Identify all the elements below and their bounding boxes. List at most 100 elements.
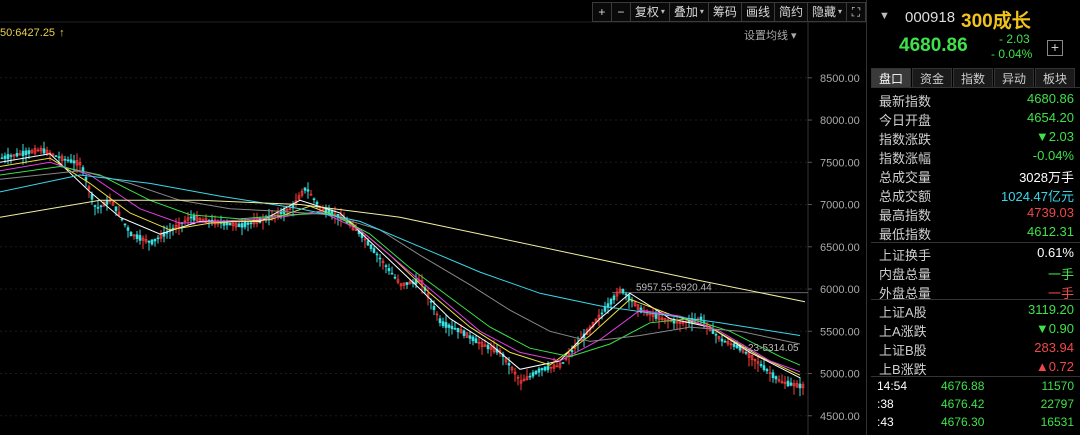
candle-body: [441, 321, 445, 327]
candle-body: [135, 234, 139, 239]
candle-body: [540, 367, 544, 371]
candle-body: [312, 198, 316, 201]
ma-line-1: [0, 157, 801, 376]
candle-body: [0, 157, 4, 160]
tick-vol: 22797: [1040, 397, 1074, 411]
quote-row: 最低指数 4612.31: [867, 222, 1080, 242]
candle-body: [66, 159, 70, 162]
fullscreen-icon-label: ⛶: [851, 5, 861, 19]
candle-body: [279, 211, 283, 215]
tick-vol: 11570: [1041, 379, 1074, 393]
ma-readout: 50:6427.25 ↑: [0, 27, 65, 39]
candle-body: [150, 239, 154, 245]
tab-1[interactable]: 资金: [912, 68, 952, 88]
quote-section-main: 最新指数 4680.86 今日开盘 4654.20 指数涨跌 ▼2.03 指数涨幅 -0.04…: [867, 89, 1080, 242]
price-change-pct: - 0.04%: [991, 47, 1033, 61]
ma-line-5: [0, 174, 801, 336]
candle-body: [96, 207, 100, 209]
tick-list[interactable]: 14:54 4676.88 11570:38 4676.42 22797:43 4676.…: [867, 377, 1080, 431]
ma-readout-text: 50:6427.25: [0, 27, 56, 39]
candle-body: [384, 265, 388, 267]
ma-line-3: [0, 165, 801, 366]
candle-body: [129, 231, 133, 237]
tick-row: :38 4676.42 22797: [867, 395, 1080, 413]
chart-toolbar: + − 复权 ▾ 叠加 ▾ 筹码 画线 简约 隐藏 ▾ ⛶: [591, 2, 866, 22]
candle-body: [603, 306, 607, 312]
candle-body: [771, 372, 775, 379]
candle-body: [600, 312, 604, 315]
candle-body: [237, 223, 241, 228]
symbol-dropdown-icon[interactable]: ▼: [879, 10, 890, 22]
quote-value: 283.94: [1034, 340, 1074, 355]
candle-body: [105, 200, 109, 205]
candle-body: [303, 187, 307, 191]
candle-body: [744, 351, 748, 354]
overlay-dropdown[interactable]: 叠加 ▾: [668, 2, 709, 22]
candle-body: [240, 223, 244, 228]
symbol-code: 000918: [905, 9, 956, 26]
candle-body: [486, 344, 490, 350]
candle-body: [42, 148, 46, 154]
kline-chart[interactable]: 4500.00 5000.00 5500.00 6000.00 6500.00 7000.…: [0, 0, 866, 435]
zoom-out-button[interactable]: −: [610, 2, 631, 22]
y-tick-label: 8500.00: [820, 73, 860, 85]
price-row: 4680.86 - 2.03 - 0.04% +: [867, 32, 1080, 66]
candle-body: [390, 272, 394, 275]
overlay-dropdown-label: 叠加: [673, 5, 698, 19]
candle-body: [732, 343, 736, 347]
hide-dropdown[interactable]: 隐藏 ▾: [806, 2, 847, 22]
candle-body: [528, 375, 532, 378]
candle-body: [24, 150, 28, 156]
candle-body: [99, 205, 103, 208]
chevron-down-icon: ▾: [699, 7, 704, 16]
simple-mode-button[interactable]: 简约: [773, 2, 808, 22]
draw-line-button[interactable]: 画线: [740, 2, 775, 22]
last-price: 4680.86: [899, 35, 968, 56]
ma-setting-dropdown[interactable]: 设置均线 ▾: [744, 27, 797, 43]
candle-body: [609, 298, 613, 305]
tick-time: 14:54: [877, 379, 908, 393]
high-annotation: 5957.55-5920.44: [636, 283, 712, 294]
candle-body: [507, 362, 511, 366]
chips-button[interactable]: 筹码: [707, 2, 742, 22]
mid-annotation: 23-5314.05: [748, 343, 799, 354]
zoom-in-button-label: +: [598, 5, 606, 19]
tab-4[interactable]: 板块: [1035, 68, 1075, 88]
quote-value: -0.04%: [1032, 148, 1074, 163]
simple-mode-button-label: 简约: [778, 5, 803, 19]
adjust-dropdown[interactable]: 复权 ▾: [629, 2, 670, 22]
candle-body: [3, 155, 7, 159]
candle-body: [432, 306, 436, 311]
tab-3[interactable]: 异动: [994, 68, 1034, 88]
candle-body: [6, 154, 10, 160]
quote-value: ▲0.72: [1035, 359, 1074, 374]
quote-row: 指数涨跌 ▼2.03: [867, 127, 1080, 147]
fullscreen-icon[interactable]: ⛶: [846, 2, 866, 22]
quote-row: 外盘总量 一手: [867, 281, 1080, 301]
candle-body: [453, 327, 457, 330]
candle-body: [429, 300, 433, 303]
zoom-in-button[interactable]: +: [591, 2, 612, 22]
add-watchlist-button[interactable]: +: [1047, 40, 1063, 56]
candle-body: [225, 222, 229, 226]
tick-row: 14:54 4676.88 11570: [867, 377, 1080, 395]
candle-body: [372, 248, 376, 253]
candle-body: [654, 314, 658, 319]
tick-time: :38: [877, 397, 894, 411]
candle-body: [153, 238, 157, 242]
candle-body: [570, 350, 574, 353]
quote-value: 4739.03: [1027, 205, 1074, 220]
ma-line-2: [0, 161, 801, 373]
candle-body: [774, 376, 778, 380]
candle-body: [534, 370, 538, 375]
candle-body: [138, 235, 142, 241]
chevron-down-icon: ▾: [837, 7, 842, 16]
candle-body: [561, 362, 565, 364]
quote-value: 3119.20: [1027, 302, 1074, 317]
tab-2[interactable]: 指数: [953, 68, 993, 88]
candle-body: [471, 336, 475, 342]
candle-body: [450, 325, 454, 330]
tab-0[interactable]: 盘口: [871, 68, 911, 88]
kline-chart-pane[interactable]: 4500.00 5000.00 5500.00 6000.00 6500.00 7000.…: [0, 0, 866, 435]
candle-body: [612, 295, 616, 301]
